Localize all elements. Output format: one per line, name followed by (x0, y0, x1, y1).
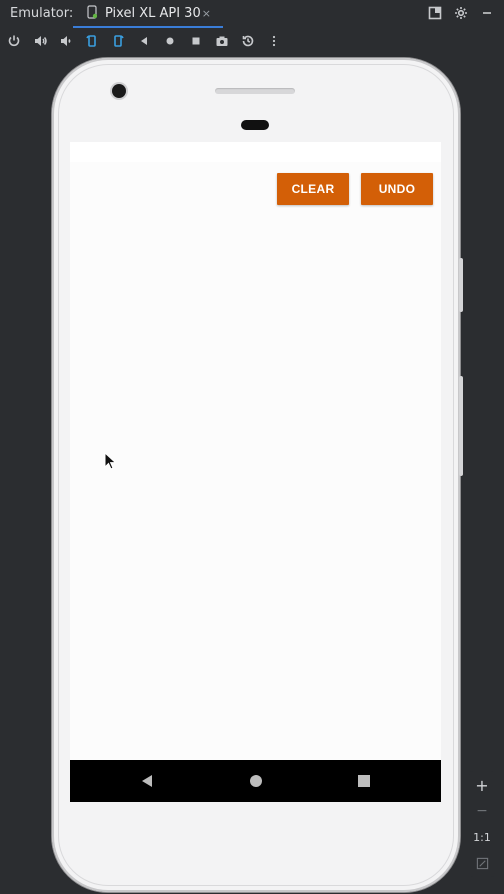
power-icon[interactable] (6, 33, 22, 49)
minimize-icon[interactable] (480, 6, 494, 20)
rotate-left-icon[interactable] (84, 33, 100, 49)
nav-recents-icon[interactable] (356, 773, 372, 789)
android-navigation-bar (70, 760, 441, 802)
rotate-right-icon[interactable] (110, 33, 126, 49)
speaker-grill (215, 88, 295, 94)
emulator-toolwindow-header: Emulator: Pixel XL API 30 × (0, 0, 504, 28)
undo-button[interactable]: UNDO (361, 173, 433, 205)
clear-button[interactable]: CLEAR (277, 173, 349, 205)
more-options-icon[interactable] (266, 33, 282, 49)
zoom-actual-size-button[interactable]: 1:1 (469, 826, 495, 848)
tab-title: Pixel XL API 30 (105, 6, 201, 21)
nav-back-icon[interactable] (139, 773, 155, 789)
device-screen[interactable]: CLEAR UNDO (70, 142, 441, 802)
header-actions (428, 6, 494, 20)
zoom-in-button[interactable]: + (469, 774, 495, 796)
volume-up-icon[interactable] (32, 33, 48, 49)
fit-screen-icon (476, 857, 488, 869)
earpiece (241, 120, 269, 130)
device-frame: CLEAR UNDO (52, 58, 463, 892)
zoom-controls: + − 1:1 (469, 771, 495, 877)
device-icon (87, 5, 97, 19)
nav-home-icon[interactable] (248, 773, 264, 789)
front-camera (112, 84, 126, 98)
zoom-fit-button[interactable] (469, 852, 495, 874)
status-bar (70, 142, 441, 162)
volume-down-icon[interactable] (58, 33, 74, 49)
settings-gear-icon[interactable] (454, 6, 468, 20)
power-side-button (459, 258, 463, 312)
mouse-pointer-icon (104, 452, 117, 470)
back-icon[interactable] (136, 33, 152, 49)
toolwindow-label: Emulator: (10, 6, 74, 21)
layout-toggle-icon[interactable] (428, 6, 442, 20)
emulator-toolbar (0, 28, 504, 56)
overview-icon[interactable] (188, 33, 204, 49)
camera-screenshot-icon[interactable] (214, 33, 230, 49)
tab-close-icon[interactable]: × (202, 7, 211, 20)
zoom-out-button[interactable]: − (469, 800, 495, 822)
tab-pixel-xl-api-30[interactable]: Pixel XL API 30 × (73, 0, 223, 28)
snapshot-icon[interactable] (240, 33, 256, 49)
home-icon[interactable] (162, 33, 178, 49)
volume-side-button (459, 376, 463, 476)
